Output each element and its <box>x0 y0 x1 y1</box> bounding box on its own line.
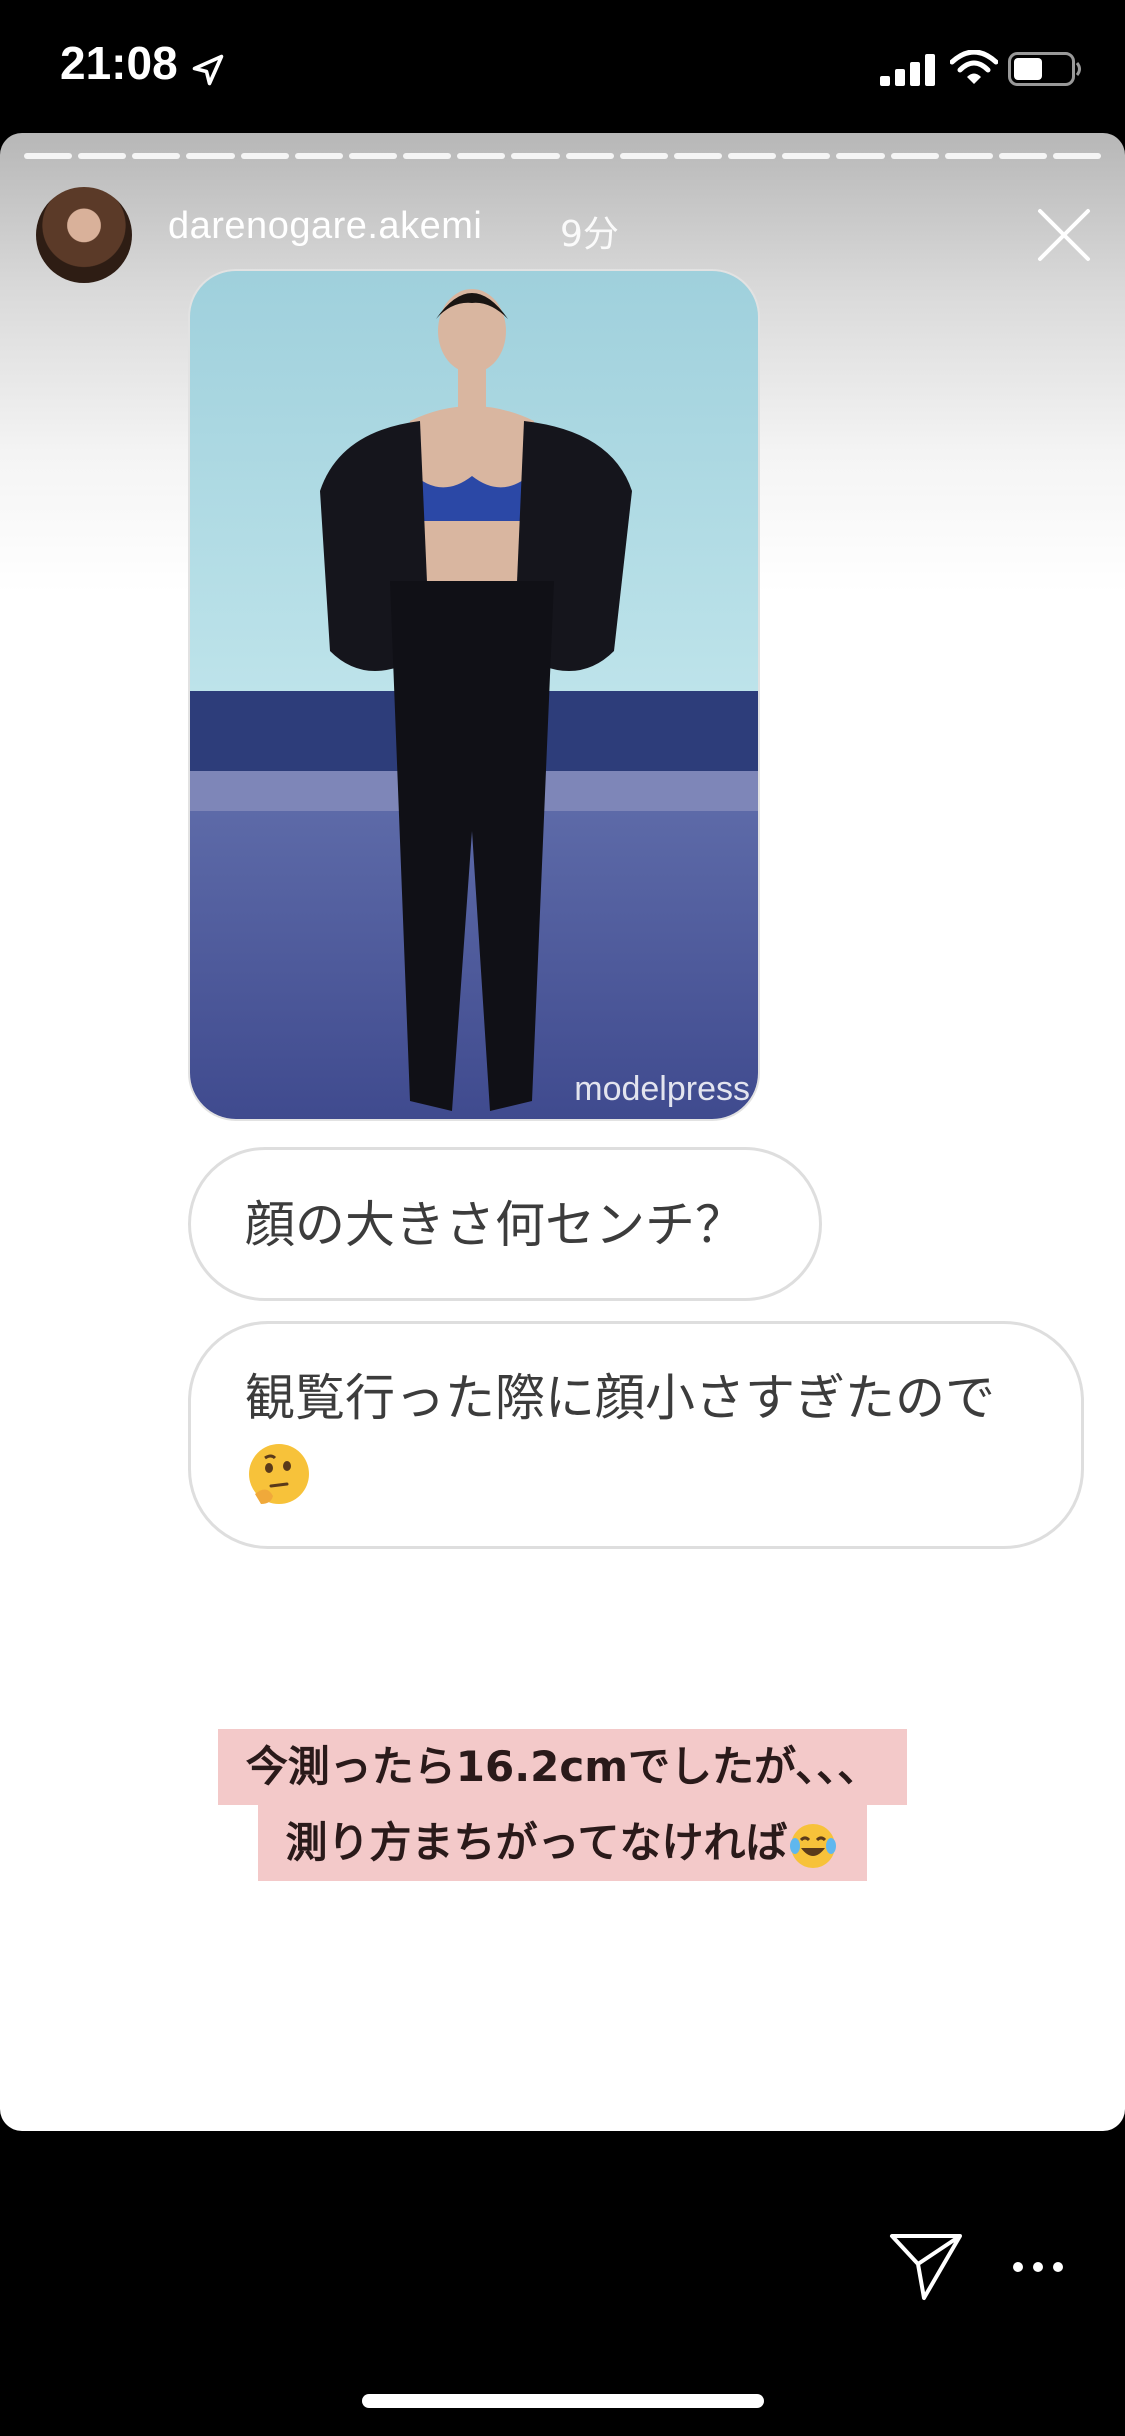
question-text: 観覧行った際に顔小さすぎたので <box>245 1369 995 1427</box>
progress-segment <box>998 153 1047 159</box>
home-indicator[interactable] <box>362 2394 764 2408</box>
story-time-ago: 9分 <box>560 214 619 255</box>
progress-segment <box>78 153 127 159</box>
progress-segment <box>24 153 73 159</box>
location-arrow-icon <box>192 54 224 86</box>
progress-segment <box>1052 153 1102 159</box>
progress-segment <box>782 153 831 159</box>
send-icon[interactable] <box>888 2230 966 2304</box>
question-text: 顔の大きさ何センチ？ <box>245 1196 745 1254</box>
progress-segment <box>836 153 885 159</box>
cellular-signal-icon <box>880 54 935 86</box>
question-bubble: 観覧行った際に顔小さすぎたので <box>188 1321 1084 1549</box>
progress-segment <box>944 153 993 159</box>
story-username[interactable]: darenogare.akemi <box>168 205 482 248</box>
thinking-face-emoji <box>249 1443 309 1504</box>
progress-segment <box>728 153 777 159</box>
progress-segment <box>403 153 452 159</box>
avatar[interactable] <box>36 187 132 283</box>
story-photo: modelpress <box>188 269 760 1121</box>
progress-segment <box>673 153 723 159</box>
wifi-icon <box>950 50 998 84</box>
progress-segment <box>240 153 289 159</box>
story-progress-bar <box>24 153 1102 159</box>
progress-segment <box>186 153 235 159</box>
progress-segment <box>457 153 506 159</box>
more-icon[interactable] <box>1010 2255 1066 2279</box>
answer-line-2: 測り方まちがってなければ <box>257 1805 868 1881</box>
photo-watermark: modelpress <box>574 1070 750 1108</box>
progress-segment <box>565 153 614 159</box>
battery-icon <box>1008 52 1081 86</box>
question-bubble: 顔の大きさ何センチ？ <box>188 1147 822 1301</box>
progress-segment <box>890 153 939 159</box>
progress-segment <box>294 153 343 159</box>
story-card[interactable]: darenogare.akemi 9分 modelpress 顔の大きさ何センチ… <box>0 133 1125 2131</box>
close-icon[interactable] <box>1036 207 1092 263</box>
progress-segment <box>619 153 668 159</box>
progress-segment <box>348 153 398 159</box>
progress-segment <box>132 153 181 159</box>
status-bar: 21:08 <box>0 0 1125 135</box>
answer-line-1: 今測ったら16.2cmでしたが、、、 <box>217 1729 908 1805</box>
tears-of-joy-emoji <box>790 1823 837 1868</box>
answer-text: 今測ったら16.2cmでしたが、、、 測り方まちがってなければ <box>0 1729 1125 1881</box>
progress-segment <box>511 153 560 159</box>
status-time: 21:08 <box>60 37 178 89</box>
